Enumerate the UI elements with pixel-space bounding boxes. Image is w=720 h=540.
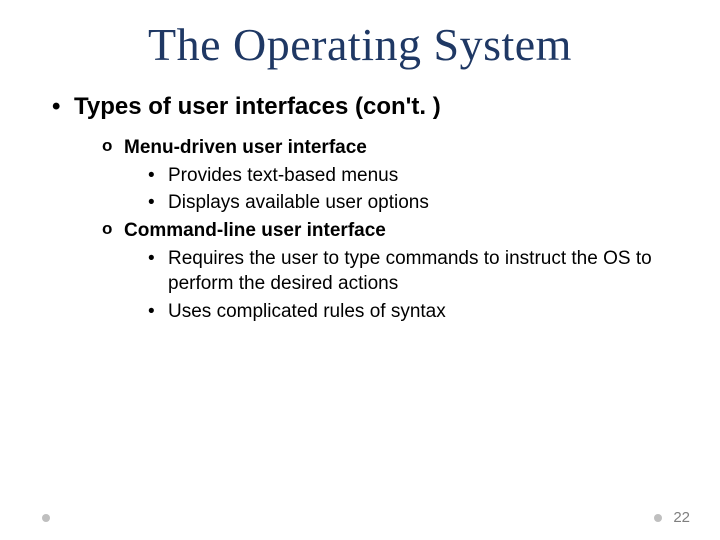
page-number: 22 xyxy=(673,509,690,526)
heading-bullet: Types of user interfaces (con't. ) xyxy=(52,93,690,121)
slide-footer: 22 xyxy=(0,506,720,524)
detail-type-commands: Requires the user to type commands to in… xyxy=(148,246,690,297)
detail-display-options: Displays available user options xyxy=(148,190,690,216)
footer-dot-left-icon xyxy=(42,514,50,522)
slide-title: The Operating System xyxy=(30,18,690,71)
footer-dot-right-icon xyxy=(654,514,662,522)
subitem-menu-driven: Menu-driven user interface xyxy=(102,135,690,161)
detail-syntax-rules: Uses complicated rules of syntax xyxy=(148,299,690,325)
subitem-command-line: Command-line user interface xyxy=(102,218,690,244)
detail-text-menus: Provides text-based menus xyxy=(148,163,690,189)
